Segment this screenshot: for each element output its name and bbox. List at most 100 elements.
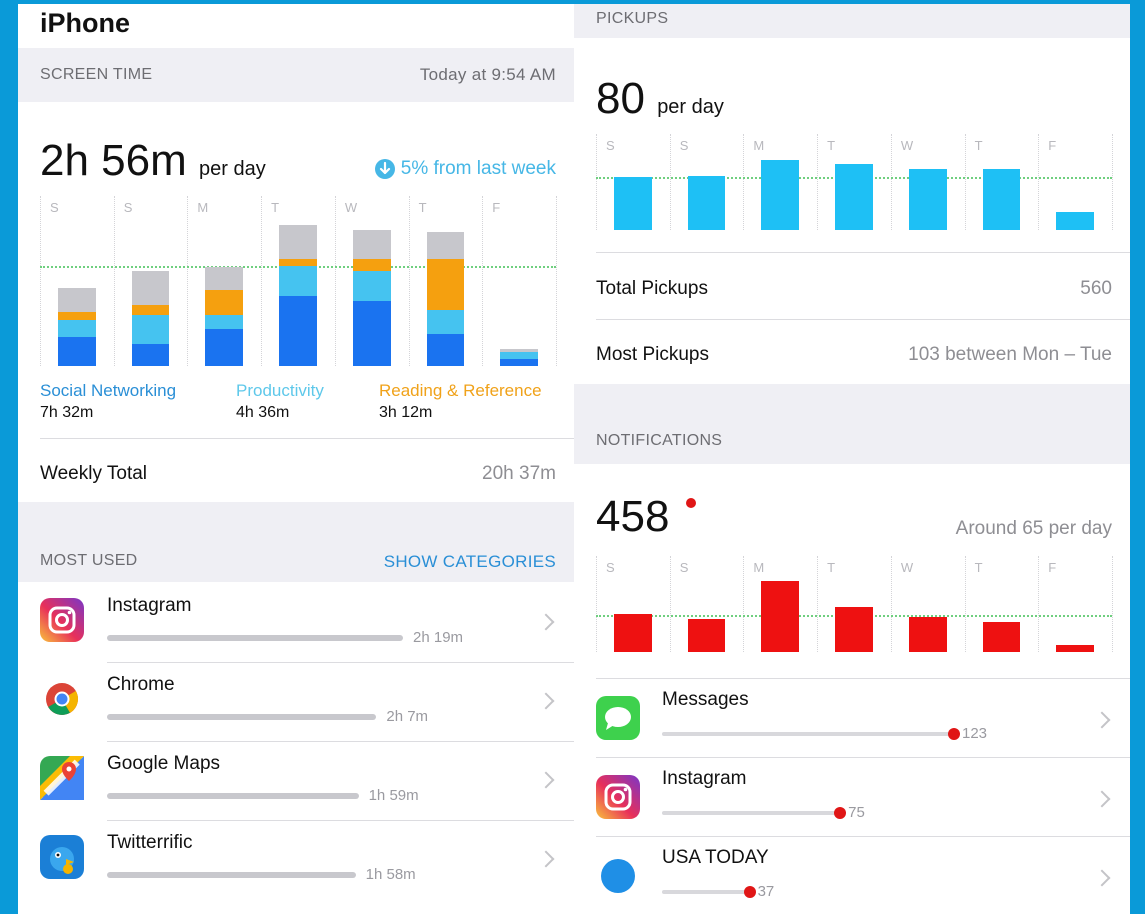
- daily-average-unit: per day: [199, 158, 266, 180]
- show-categories-button[interactable]: SHOW CATEGORIES: [384, 552, 556, 572]
- nt-day-label: S: [679, 560, 689, 575]
- pickups-average-value: 80: [596, 74, 645, 123]
- notification-dot-icon: [743, 886, 756, 898]
- legend-label: Social Networking: [40, 381, 177, 400]
- pk-day-label: T: [974, 138, 983, 153]
- bar-segment-productivity: [352, 270, 391, 302]
- bar-segment-productivity: [58, 320, 96, 338]
- notification-count: 37: [757, 883, 775, 900]
- notification-count: 75: [848, 804, 865, 821]
- instagram-icon: [596, 775, 640, 819]
- device-title: iPhone: [40, 8, 131, 38]
- nt-day-label: F: [1048, 560, 1057, 575]
- notifications-header: NOTIFICATIONS: [574, 384, 1130, 464]
- total-pickups-value: 560: [1080, 278, 1112, 299]
- nt-gridline: [1038, 556, 1040, 652]
- notifications-total: 458: [596, 492, 669, 542]
- chevron-right-icon: [537, 692, 555, 710]
- section-caption: SCREEN TIME: [40, 66, 153, 83]
- bar-segment-social: [352, 301, 391, 366]
- trend-text: 5% from last week: [400, 158, 556, 179]
- st-day-label: F: [492, 200, 501, 215]
- st-gridline: [187, 196, 189, 366]
- screen-time-header: SCREEN TIME Today at 9:54 AM: [18, 48, 574, 102]
- nt-bar: [982, 622, 1021, 652]
- most-used-caption: MOST USED: [40, 552, 138, 569]
- pk-gridline: [1038, 134, 1040, 230]
- bar-segment-productivity: [426, 309, 465, 334]
- pickups-caption: PICKUPS: [596, 10, 669, 27]
- chevron-right-icon: [1093, 711, 1111, 729]
- pickups-chart: SSMTWTF: [596, 134, 1113, 230]
- most-used-row[interactable]: Chrome 2h 7m: [18, 663, 574, 742]
- bar-segment-other: [58, 287, 96, 312]
- st-gridline: [408, 196, 410, 366]
- twitterrific-icon: [40, 835, 84, 879]
- legend-value: 7h 32m: [40, 404, 94, 421]
- chevron-right-icon: [537, 850, 555, 868]
- pk-gridline: [890, 134, 892, 230]
- bar-segment-reading: [352, 258, 391, 271]
- notification-row[interactable]: Messages 123: [574, 678, 1130, 757]
- pk-gridline: [596, 134, 597, 230]
- bar-segment-social: [205, 328, 244, 366]
- bar-segment-reading: [426, 258, 465, 310]
- pk-bar: [761, 159, 800, 230]
- pk-gridline: [817, 134, 819, 230]
- st-gridline: [40, 196, 41, 366]
- pickups-notifications-panel: PICKUPS 80 per day S S M T W T F Total Pickups…: [574, 4, 1130, 914]
- screen-time-bar: [205, 267, 244, 366]
- notification-bar: [662, 732, 954, 736]
- most-used-header: MOST USED SHOW CATEGORIES: [18, 502, 574, 582]
- app-name: Instagram: [107, 595, 192, 616]
- most-used-row[interactable]: Instagram 2h 19m: [18, 584, 574, 663]
- pk-bar: [614, 177, 652, 230]
- pk-gridline: [669, 134, 671, 230]
- notification-row[interactable]: USA TODAY 37: [574, 836, 1130, 914]
- notification-count: 123: [962, 725, 988, 742]
- daily-average: 2h 56m per day: [40, 136, 266, 186]
- pk-bar: [908, 168, 947, 230]
- st-day-label: S: [50, 200, 59, 215]
- screen-time-chart: SSMTWTF: [40, 196, 557, 366]
- chrome-icon: [40, 677, 84, 721]
- most-used-row[interactable]: Twitterrific 1h 58m: [18, 821, 574, 900]
- pk-gridline: [1112, 134, 1113, 230]
- usage-time: 1h 58m: [365, 866, 416, 883]
- bar-segment-other: [352, 230, 391, 259]
- nt-gridline: [669, 556, 671, 652]
- nt-gridline: [817, 556, 819, 652]
- app-name: Chrome: [107, 674, 175, 695]
- row-separator: [596, 836, 1130, 837]
- bar-segment-other: [426, 231, 465, 259]
- chevron-right-icon: [1093, 790, 1111, 808]
- st-gridline: [261, 196, 263, 366]
- bar-segment-social: [279, 296, 317, 366]
- bar-segment-productivity: [279, 265, 317, 297]
- most-pickups-value: 103 between Mon – Tue: [908, 344, 1112, 365]
- st-gridline: [482, 196, 484, 366]
- bar-segment-reading: [131, 304, 170, 316]
- bar-segment-reading: [279, 258, 317, 266]
- usage-bar: [107, 714, 377, 720]
- usa-today-icon: [596, 854, 640, 898]
- most-used-row[interactable]: Google Maps 1h 59m: [18, 742, 574, 821]
- app-name: Google Maps: [107, 753, 221, 774]
- st-day-label: M: [197, 200, 209, 215]
- messages-icon: [596, 696, 640, 740]
- nt-gridline: [743, 556, 745, 652]
- pk-bar: [982, 168, 1021, 230]
- bar-segment-other: [131, 270, 170, 305]
- app-name: USA TODAY: [662, 847, 769, 868]
- app-name: Instagram: [662, 768, 747, 789]
- bar-segment-social: [58, 337, 96, 366]
- pk-bar: [1056, 211, 1094, 230]
- trend: 5% from last week: [374, 158, 556, 180]
- bar-segment-social: [500, 359, 538, 366]
- notification-row[interactable]: Instagram 75: [574, 757, 1130, 836]
- pk-gridline: [964, 134, 966, 230]
- screen-time-bar: [131, 270, 170, 366]
- row-separator: [596, 757, 1130, 758]
- nt-day-label: W: [900, 560, 914, 575]
- st-day-label: S: [123, 200, 133, 215]
